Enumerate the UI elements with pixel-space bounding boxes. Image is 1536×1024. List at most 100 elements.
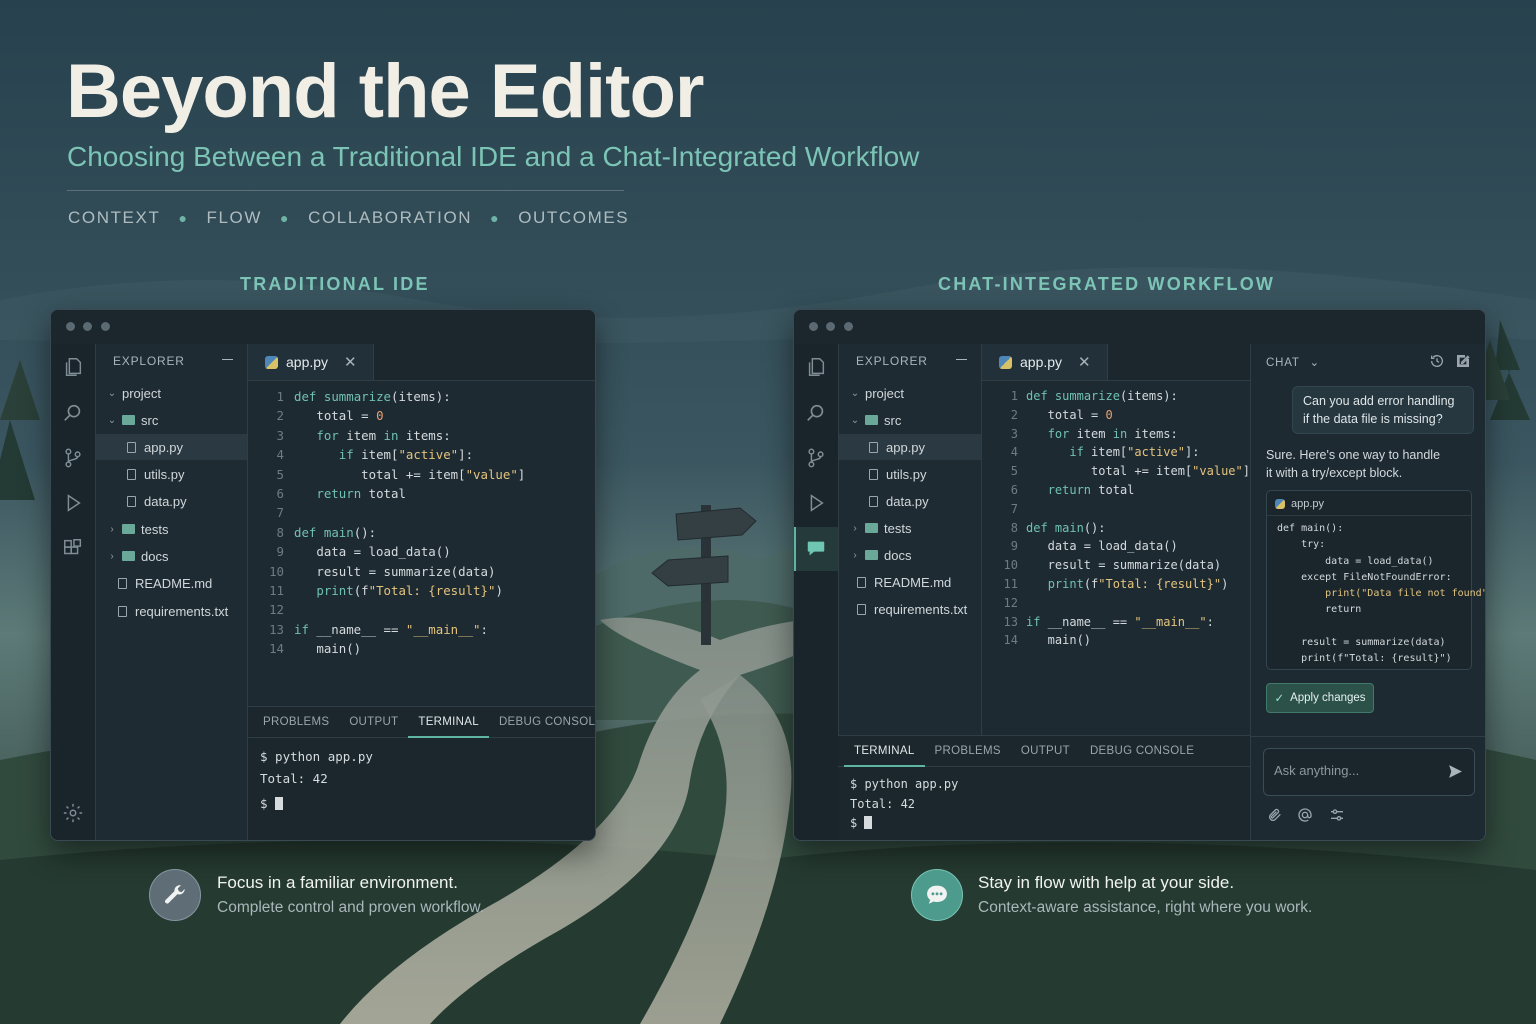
window-maximize-dot[interactable] (101, 322, 110, 331)
code-line: result = summarize(data) (294, 563, 496, 579)
window-minimize-dot[interactable] (826, 322, 835, 331)
history-icon[interactable] (1429, 353, 1445, 369)
settings-icon[interactable] (61, 802, 85, 826)
apply-changes-button[interactable]: ✓ Apply changes (1266, 683, 1374, 713)
collapse-icon[interactable] (956, 359, 967, 360)
tab-label: app.py (286, 354, 329, 370)
window-close-dot[interactable] (809, 322, 818, 331)
activity-bar (794, 344, 839, 840)
panel-tab-output[interactable]: OUTPUT (1011, 736, 1080, 766)
line-number: 2 (276, 408, 284, 424)
tree-file-data-py[interactable]: data.py (839, 488, 981, 514)
source-control-icon[interactable] (804, 447, 828, 471)
bottom-panel: PROBLEMS OUTPUT TERMINAL DEBUG CONSOLE $… (248, 706, 595, 840)
folder-icon (122, 524, 135, 534)
chevron-down-icon: ⌄ (850, 387, 860, 399)
code-line: def summarize(items): (294, 389, 451, 404)
chat-bubble-icon (911, 869, 963, 921)
panel-tab-debug-console[interactable]: DEBUG CONSOLE (489, 707, 595, 737)
tab-app-py[interactable]: app.py ✕ (248, 344, 374, 380)
source-control-icon[interactable] (61, 447, 85, 471)
tree-file-app-py[interactable]: app.py (96, 434, 247, 460)
collapse-icon[interactable] (222, 359, 233, 360)
assistant-reply: Sure. Here's one way to handle it with a… (1266, 446, 1440, 482)
attach-icon[interactable] (1267, 807, 1283, 828)
prompt-symbol: $ (260, 796, 268, 811)
folder-icon (865, 415, 878, 425)
close-tab-icon[interactable]: ✕ (344, 353, 357, 371)
panel-tab-terminal[interactable]: TERMINAL (844, 736, 925, 767)
code-line: total = 0 (1026, 407, 1113, 422)
tree-folder-src[interactable]: ⌄ src (839, 407, 981, 433)
tree-file-readme[interactable]: README.md (96, 570, 247, 596)
tree-folder-project[interactable]: ⌄ project (96, 380, 247, 406)
panel-tab-output[interactable]: OUTPUT (339, 707, 408, 737)
folder-icon (122, 415, 135, 425)
panel-tab-terminal[interactable]: TERMINAL (408, 707, 489, 738)
chat-panel: CHAT ⌄ Can you add error handling if the… (1250, 344, 1485, 840)
chevron-right-icon: › (853, 549, 857, 561)
run-debug-icon[interactable] (61, 492, 85, 516)
code-snippet: app.py def main(): try: data = load_data… (1266, 490, 1485, 670)
terminal-line: $ python app.py (850, 777, 959, 791)
tree-file-utils-py[interactable]: utils.py (839, 461, 981, 487)
window-close-dot[interactable] (66, 322, 75, 331)
tree-folder-project[interactable]: ⌄ project (839, 380, 981, 406)
terminal[interactable]: $ python app.py Total: 42 $ (850, 777, 958, 830)
folder-label: tests (141, 521, 169, 537)
options-icon[interactable] (1329, 807, 1345, 828)
terminal-line: Total: 42 (260, 771, 328, 786)
tree-file-readme[interactable]: README.md (839, 569, 981, 595)
file-label: utils.py (144, 466, 185, 482)
chat-divider (1251, 736, 1485, 737)
panel-tab-problems[interactable]: PROBLEMS (253, 707, 339, 737)
explorer-header: EXPLORER (113, 354, 185, 368)
tree-folder-docs[interactable]: › docs (839, 542, 981, 568)
tree-folder-docs[interactable]: › docs (96, 543, 247, 569)
file-label: app.py (144, 439, 184, 455)
chevron-down-icon: ⌄ (107, 387, 117, 399)
file-label: utils.py (886, 466, 927, 482)
code-line: return total (1047, 483, 1135, 497)
files-icon[interactable] (61, 356, 85, 380)
files-icon[interactable] (804, 356, 828, 380)
tab-app-py[interactable]: app.py ✕ (982, 344, 1108, 380)
search-icon[interactable] (804, 402, 828, 426)
wrench-icon (149, 869, 201, 921)
close-tab-icon[interactable]: ✕ (1078, 353, 1091, 371)
code-editor[interactable]: 1 def summarize(items): 2 total = 0 3 for… (256, 389, 586, 669)
tree-folder-tests[interactable]: › tests (839, 515, 981, 541)
code-line: total = 0 (294, 408, 384, 424)
terminal[interactable]: $ python app.py Total: 42 $ (260, 749, 373, 811)
tree-folder-src[interactable]: ⌄ src (96, 407, 247, 433)
tree-folder-tests[interactable]: › tests (96, 516, 247, 542)
line-number: 14 (269, 641, 284, 657)
panel-tab-problems[interactable]: PROBLEMS (925, 736, 1011, 766)
panel-tabs: PROBLEMS OUTPUT TERMINAL DEBUG CONSOLE (248, 707, 595, 738)
chat-input[interactable]: Ask anything... (1263, 748, 1475, 796)
tree-file-requirements[interactable]: requirements.txt (96, 598, 247, 624)
tree-file-data-py[interactable]: data.py (96, 488, 247, 514)
code-editor[interactable]: 1 def summarize(items): 2 total = 0 3 for… (990, 389, 1250, 659)
window-maximize-dot[interactable] (844, 322, 853, 331)
search-icon[interactable] (61, 402, 85, 426)
chat-icon[interactable] (804, 537, 828, 561)
line-number: 3 (1010, 426, 1018, 441)
file-icon (127, 495, 136, 507)
tree-file-app-py[interactable]: app.py (839, 434, 981, 460)
panel-tab-debug-console[interactable]: DEBUG CONSOLE (1080, 736, 1204, 766)
new-chat-icon[interactable] (1455, 353, 1471, 369)
chat-header[interactable]: CHAT ⌄ (1266, 355, 1320, 369)
assistant-reply-line: it with a try/except block. (1266, 466, 1403, 480)
window-minimize-dot[interactable] (83, 322, 92, 331)
line-number: 6 (1010, 483, 1018, 497)
send-icon[interactable] (1447, 763, 1464, 785)
mention-icon[interactable] (1297, 807, 1313, 828)
tree-file-requirements[interactable]: requirements.txt (839, 596, 981, 622)
line-number: 14 (1003, 633, 1018, 648)
tree-file-utils-py[interactable]: utils.py (96, 461, 247, 487)
line-number: 13 (1003, 614, 1018, 629)
topic-list: CONTEXT ● FLOW ● COLLABORATION ● OUTCOME… (68, 208, 629, 228)
run-debug-icon[interactable] (804, 492, 828, 516)
extensions-icon[interactable] (61, 537, 85, 561)
